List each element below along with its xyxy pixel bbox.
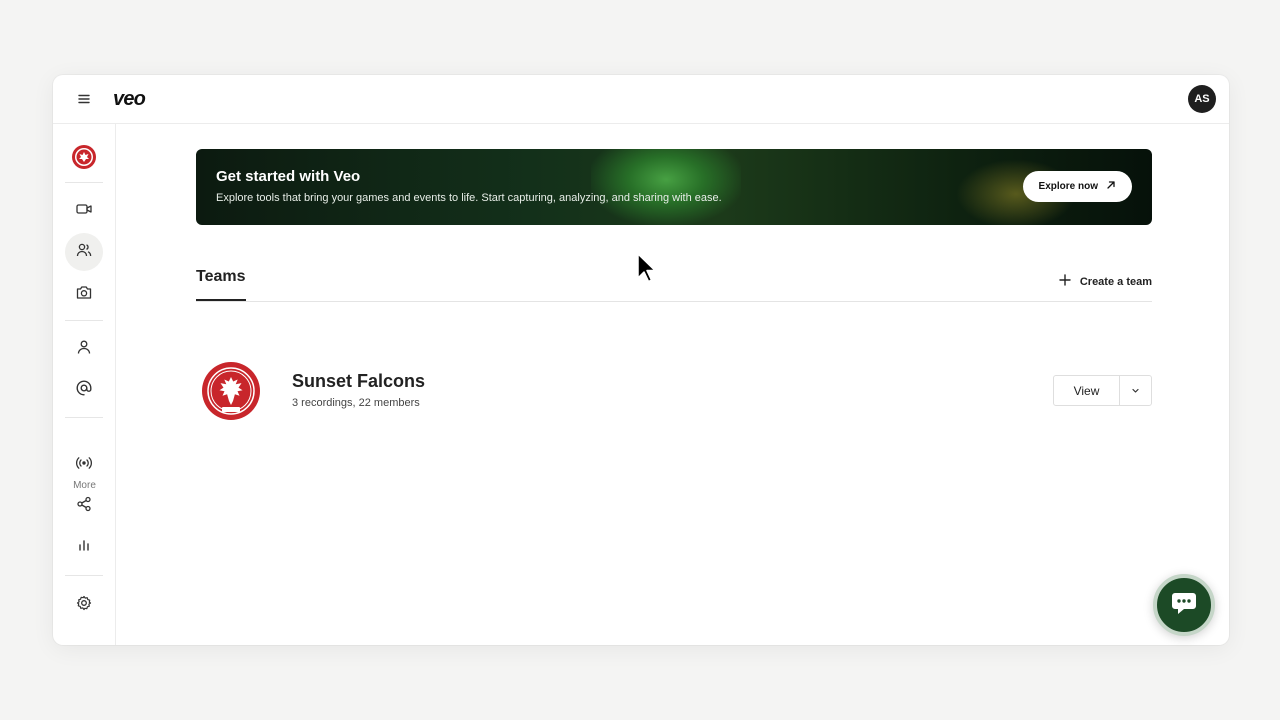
broadcast-icon [75,454,93,477]
view-button-group: View [1053,375,1152,406]
banner-subtitle: Explore tools that bring your games and … [216,192,722,204]
team-row[interactable]: Sunset Falcons 3 recordings, 22 members … [196,361,1152,421]
sidebar-item-live[interactable] [65,446,103,484]
app-window: veo AS More Get started with Veo Explore… [53,75,1229,645]
view-team-button[interactable]: View [1054,376,1120,405]
sidebar-divider [65,320,103,321]
settings-icon [75,594,93,617]
sidebar-divider [65,417,103,418]
club-crest-icon[interactable] [65,138,103,176]
sidebar: More [53,124,116,645]
top-bar: veo AS [53,75,1229,124]
create-team-button[interactable]: Create a team [1059,274,1152,289]
team-crest-icon [201,361,261,421]
tabs-bar: Teams Create a team [196,265,1152,302]
video-camera-icon [75,200,93,223]
hamburger-menu-icon[interactable] [77,92,91,106]
chevron-down-icon [1131,382,1140,400]
users-icon [75,241,93,264]
share-icon [75,495,93,518]
team-name[interactable]: Sunset Falcons [292,371,425,392]
tab-teams[interactable]: Teams [196,268,246,301]
chat-support-button[interactable] [1153,574,1215,636]
sidebar-item-mentions[interactable] [65,371,103,409]
camera-icon [75,283,93,306]
sidebar-item-settings[interactable] [65,586,103,624]
sidebar-item-analytics[interactable] [65,528,103,566]
banner-title: Get started with Veo [216,168,361,185]
sidebar-item-teams[interactable] [65,233,103,271]
chat-bubble-icon [1170,590,1198,621]
banner-image [591,149,741,225]
bar-chart-icon [75,536,93,559]
sidebar-item-recordings[interactable] [65,192,103,230]
sidebar-divider [65,182,103,183]
brand-logo[interactable]: veo [113,88,146,111]
user-icon [75,338,93,361]
team-meta: 3 recordings, 22 members [292,397,420,409]
view-options-dropdown[interactable] [1120,376,1151,405]
sidebar-item-share[interactable] [65,487,103,525]
sidebar-divider [65,575,103,576]
create-team-label: Create a team [1079,275,1152,288]
mouse-cursor-icon [636,252,656,284]
arrow-up-right-icon [1106,180,1116,193]
explore-now-button[interactable]: Explore now [1022,171,1132,202]
get-started-banner: Get started with Veo Explore tools that … [196,149,1152,225]
at-sign-icon [75,379,93,402]
explore-now-label: Explore now [1038,181,1098,192]
plus-icon [1059,274,1071,289]
user-avatar[interactable]: AS [1188,85,1216,113]
sidebar-item-profile[interactable] [65,330,103,368]
sidebar-item-cameras[interactable] [65,275,103,313]
